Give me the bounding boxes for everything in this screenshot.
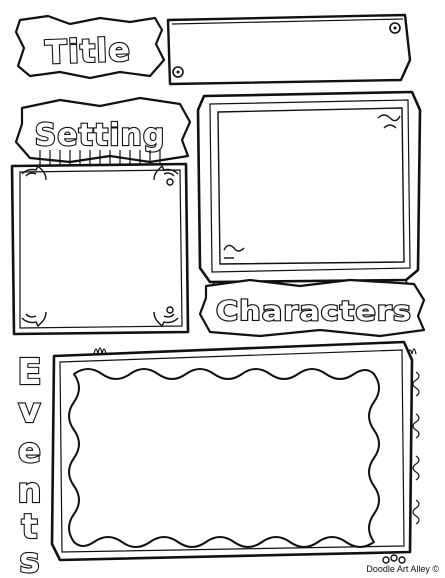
title-label: Title [45, 31, 132, 72]
setting-write-box[interactable] [10, 162, 190, 336]
characters-banner: Characters [198, 278, 426, 338]
credit-text: Doodle Art Alley © [366, 564, 439, 574]
title-write-box[interactable] [166, 13, 412, 86]
events-letter: n [17, 471, 42, 511]
circles-decoration-icon [382, 554, 406, 564]
events-letter: E [17, 352, 43, 393]
squiggle-decoration-icon [412, 371, 420, 525]
events-letter: v [18, 391, 41, 431]
events-banner: E v e n t s [16, 351, 43, 578]
characters-label: Characters [216, 296, 412, 327]
title-banner: Title [14, 14, 166, 80]
events-letter: e [18, 431, 42, 471]
setting-banner: Setting [14, 96, 192, 164]
events-write-box[interactable] [50, 340, 420, 562]
events-letter: s [19, 541, 40, 578]
worksheet-canvas: Title Setting Characters E v e n t s [10, 13, 426, 578]
characters-write-box[interactable] [196, 90, 422, 284]
setting-label: Setting [35, 118, 166, 153]
